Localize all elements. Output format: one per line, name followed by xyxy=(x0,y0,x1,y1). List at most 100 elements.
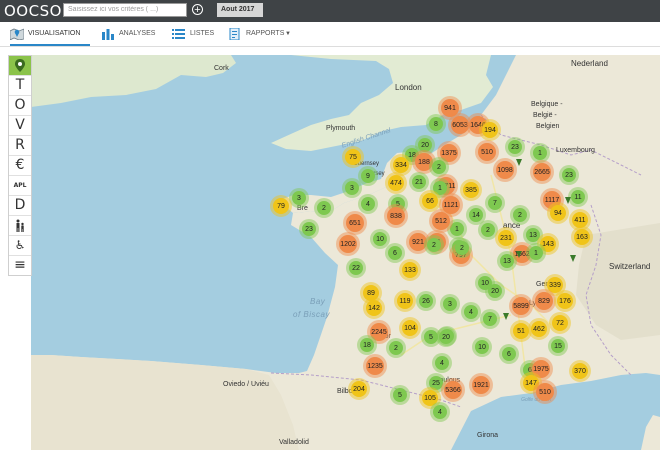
cluster-marker[interactable]: 204 xyxy=(351,381,367,397)
cluster-marker[interactable]: 512 xyxy=(432,212,450,230)
cluster-marker[interactable]: 176 xyxy=(557,293,573,309)
map-view[interactable]: Cork London Plymouth English Channel Gue… xyxy=(31,55,660,450)
cluster-marker[interactable]: 4 xyxy=(433,405,447,419)
cluster-marker[interactable]: 23 xyxy=(302,222,316,236)
map-pin[interactable] xyxy=(516,251,522,258)
cluster-marker[interactable]: 411 xyxy=(572,212,588,228)
tab-rapports[interactable]: RAPPORTS ▼ xyxy=(228,22,298,46)
cluster-marker[interactable]: 23 xyxy=(508,140,522,154)
menu-tool[interactable]: ≡ xyxy=(9,256,31,275)
cluster-marker[interactable]: 14 xyxy=(469,208,483,222)
map-pin[interactable] xyxy=(516,159,522,166)
cluster-marker[interactable]: 1202 xyxy=(339,235,357,253)
cluster-marker[interactable]: 1 xyxy=(529,246,543,260)
cluster-marker[interactable]: 510 xyxy=(536,383,554,401)
cluster-marker[interactable]: 6 xyxy=(388,246,402,260)
cluster-marker[interactable]: 1 xyxy=(450,222,464,236)
cluster-marker[interactable]: 25 xyxy=(429,376,443,390)
cluster-marker[interactable]: 104 xyxy=(402,320,418,336)
cluster-marker[interactable]: 2 xyxy=(427,238,441,252)
cluster-marker[interactable]: 1098 xyxy=(496,161,514,179)
tool-t[interactable]: T xyxy=(9,76,31,96)
cluster-marker[interactable]: 133 xyxy=(402,262,418,278)
cluster-marker[interactable]: 385 xyxy=(463,182,479,198)
cluster-marker[interactable]: 339 xyxy=(547,277,563,293)
cluster-marker[interactable]: 9 xyxy=(361,169,375,183)
cluster-marker[interactable]: 75 xyxy=(345,149,361,165)
date-filter-chip[interactable]: Aout 2017 xyxy=(217,3,263,17)
cluster-marker[interactable]: 231 xyxy=(498,230,514,246)
tool-o[interactable]: O xyxy=(9,96,31,116)
cluster-marker[interactable]: 20 xyxy=(439,330,453,344)
tool-v[interactable]: V xyxy=(9,116,31,136)
cluster-marker[interactable]: 7 xyxy=(488,196,502,210)
cluster-marker[interactable]: 510 xyxy=(478,143,496,161)
app-logo[interactable]: OOCSO xyxy=(4,2,62,20)
accessibility-tool[interactable]: ♿ xyxy=(9,236,31,256)
cluster-marker[interactable]: 2 xyxy=(481,223,495,237)
tool-apl[interactable]: APL xyxy=(9,176,31,196)
cluster-marker[interactable]: 15 xyxy=(551,339,565,353)
cluster-marker[interactable]: 20 xyxy=(418,138,432,152)
cluster-marker[interactable]: 2 xyxy=(513,208,527,222)
map-pin[interactable] xyxy=(570,255,576,262)
cluster-marker[interactable]: 2 xyxy=(432,160,446,174)
cluster-marker[interactable]: 89 xyxy=(363,285,379,301)
cluster-marker[interactable]: 1 xyxy=(433,181,447,195)
cluster-marker[interactable]: 26 xyxy=(419,294,433,308)
cluster-marker[interactable]: 11 xyxy=(571,190,585,204)
cluster-marker[interactable]: 6053 xyxy=(451,116,469,134)
cluster-marker[interactable]: 10 xyxy=(373,232,387,246)
cluster-marker[interactable]: 474 xyxy=(388,175,404,191)
cluster-marker[interactable]: 23 xyxy=(562,168,576,182)
map-marker-tool[interactable] xyxy=(9,56,31,76)
cluster-marker[interactable]: 3 xyxy=(345,181,359,195)
tool-euro[interactable]: € xyxy=(9,156,31,176)
cluster-marker[interactable]: 10 xyxy=(475,340,489,354)
cluster-marker[interactable]: 163 xyxy=(574,229,590,245)
cluster-marker[interactable]: 838 xyxy=(387,207,405,225)
cluster-marker[interactable]: 2 xyxy=(317,201,331,215)
cluster-marker[interactable]: 18 xyxy=(360,338,374,352)
cluster-marker[interactable]: 5 xyxy=(424,330,438,344)
cluster-marker[interactable]: 79 xyxy=(273,198,289,214)
cluster-marker[interactable]: 3 xyxy=(292,191,306,205)
cluster-marker[interactable]: 370 xyxy=(572,363,588,379)
map-pin[interactable] xyxy=(565,197,571,204)
cluster-marker[interactable]: 4 xyxy=(464,305,478,319)
family-tool[interactable] xyxy=(9,216,31,236)
cluster-marker[interactable]: 13 xyxy=(500,254,514,268)
cluster-marker[interactable]: 5366 xyxy=(444,381,462,399)
cluster-marker[interactable]: 72 xyxy=(552,315,568,331)
cluster-marker[interactable]: 1921 xyxy=(472,376,490,394)
cluster-marker[interactable]: 22 xyxy=(349,261,363,275)
map-pin[interactable] xyxy=(503,313,509,320)
cluster-marker[interactable]: 5 xyxy=(393,388,407,402)
cluster-marker[interactable]: 142 xyxy=(366,300,382,316)
cluster-marker[interactable]: 4 xyxy=(435,356,449,370)
caret-down-icon[interactable]: ▼ xyxy=(285,22,291,46)
cluster-marker[interactable]: 829 xyxy=(535,292,553,310)
cluster-marker[interactable]: 7 xyxy=(483,312,497,326)
cluster-marker[interactable]: 2665 xyxy=(533,163,551,181)
cluster-marker[interactable]: 651 xyxy=(346,214,364,232)
cluster-marker[interactable]: 334 xyxy=(393,157,409,173)
cluster-marker[interactable]: 2 xyxy=(455,241,469,255)
cluster-marker[interactable]: 21 xyxy=(412,175,426,189)
cluster-marker[interactable]: 51 xyxy=(513,323,529,339)
cluster-marker[interactable]: 119 xyxy=(397,293,413,309)
tool-d[interactable]: D xyxy=(9,196,31,216)
cluster-marker[interactable]: 1375 xyxy=(440,144,458,162)
cluster-marker[interactable]: 188 xyxy=(415,153,433,171)
cluster-marker[interactable]: 94 xyxy=(550,205,566,221)
cluster-marker[interactable]: 8 xyxy=(429,117,443,131)
search-input[interactable] xyxy=(63,3,187,17)
cluster-marker[interactable]: 5899 xyxy=(512,297,530,315)
cluster-marker[interactable]: 1235 xyxy=(366,357,384,375)
cluster-marker[interactable]: 1 xyxy=(533,146,547,160)
cluster-marker[interactable]: 921 xyxy=(409,233,427,251)
cluster-marker[interactable]: 2245 xyxy=(370,323,388,341)
cluster-marker[interactable]: 4 xyxy=(361,197,375,211)
cluster-marker[interactable]: 1121 xyxy=(442,196,460,214)
tab-listes[interactable]: LISTES xyxy=(172,22,222,46)
